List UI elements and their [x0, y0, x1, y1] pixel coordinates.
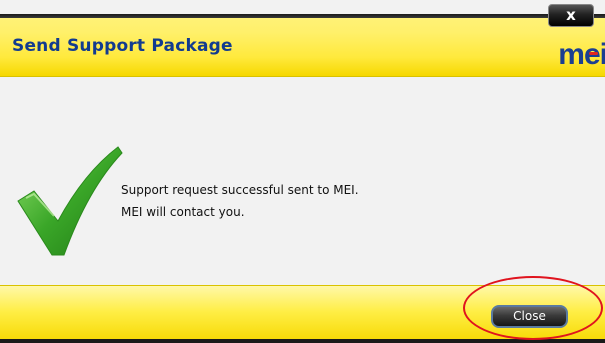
window-close-icon[interactable]: x	[548, 4, 594, 27]
button-bar: Close	[0, 285, 605, 343]
dialog-body: Support request successful sent to MEI. …	[0, 77, 605, 285]
message-line-2: MEI will contact you.	[121, 205, 245, 219]
checkmark-icon	[17, 146, 123, 256]
support-dialog: Send Support Package mei x Support reque…	[0, 0, 605, 343]
dialog-title: Send Support Package	[12, 36, 233, 56]
close-button[interactable]: Close	[491, 305, 568, 328]
title-bar: Send Support Package mei	[0, 14, 605, 77]
mei-logo: mei	[558, 38, 605, 71]
message-line-1: Support request successful sent to MEI.	[121, 183, 359, 197]
status-message: Support request successful sent to MEI. …	[121, 179, 359, 223]
